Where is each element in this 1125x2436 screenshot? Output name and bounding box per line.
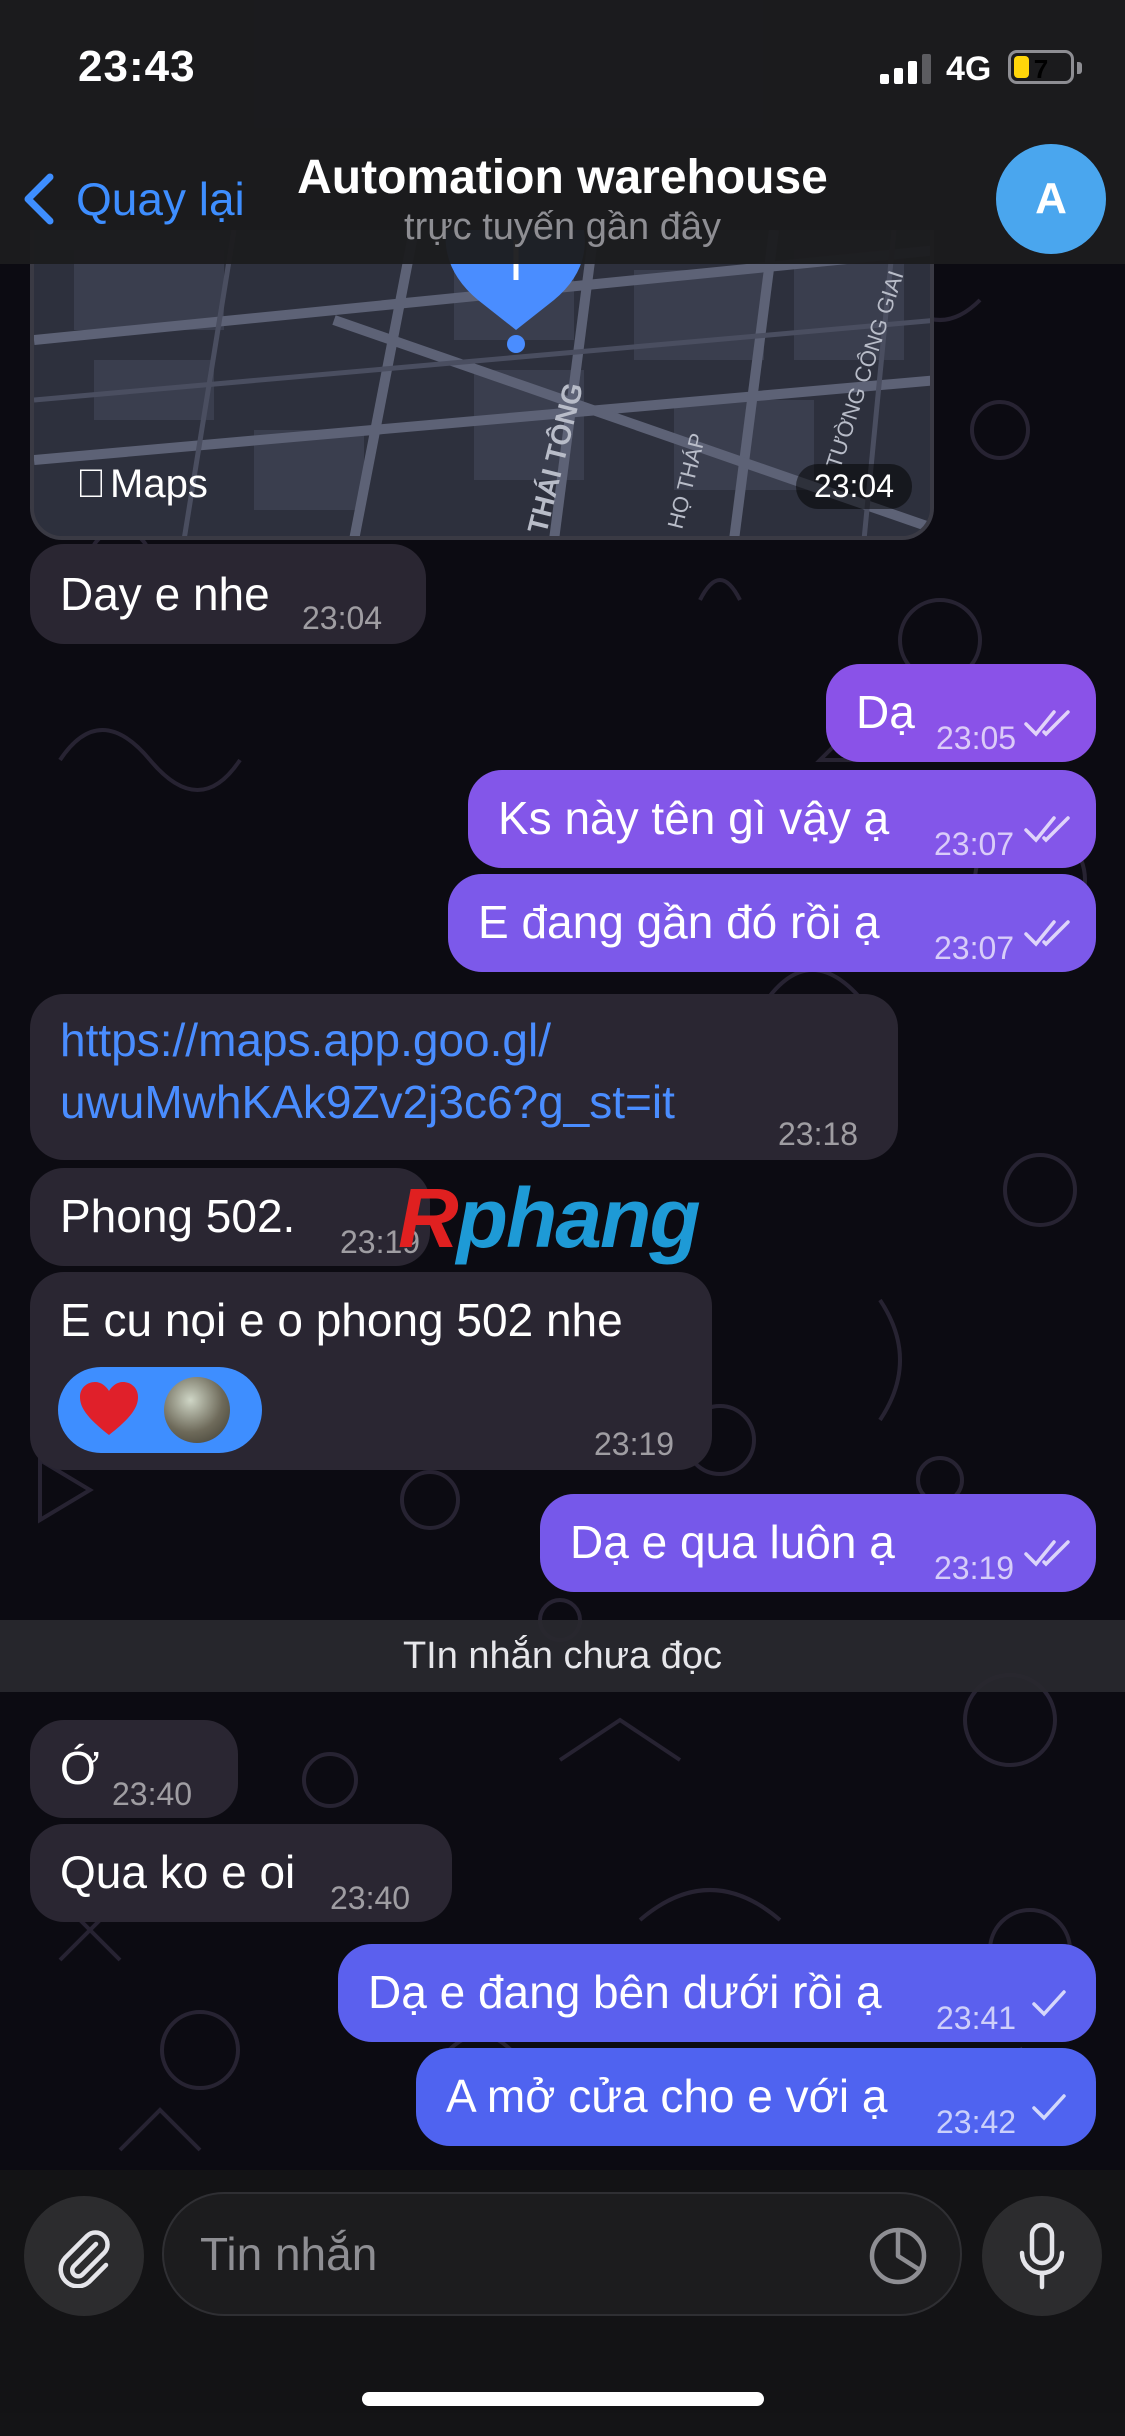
microphone-icon [1019, 2222, 1065, 2290]
location-map-message[interactable]: THÁI TÔNG HỌ THÁP TƯỜNG CÔNG GIAI  Maps… [30, 230, 934, 540]
message-time: 23:42 [936, 2104, 1017, 2140]
message-bubble-outgoing[interactable]: E đang gần đó rồi ạ 23:07 [448, 874, 1096, 972]
double-check-icon [1024, 816, 1070, 843]
watermark-rest: phang [456, 1171, 701, 1265]
watermark-first: R [398, 1171, 459, 1265]
home-indicator [362, 2392, 764, 2406]
signal-icon [880, 54, 934, 84]
message-bubble-incoming[interactable]: Qua ko e oi 23:40 [30, 1824, 452, 1922]
back-button[interactable]: Quay lại [20, 164, 245, 234]
double-check-icon [1024, 710, 1070, 737]
single-check-icon [1032, 1990, 1066, 2017]
message-time: 23:04 [795, 464, 912, 509]
message-bubble-outgoing[interactable]: Dạ 23:05 [826, 664, 1096, 762]
message-text: Dạ [856, 686, 915, 738]
message-time: 23:41 [936, 2000, 1017, 2036]
message-time: 23:19 [934, 1550, 1015, 1586]
battery-icon: 7 [1008, 50, 1082, 84]
single-check-icon [1032, 2094, 1066, 2121]
reactor-avatar [164, 1377, 230, 1443]
message-composer [0, 2170, 1125, 2436]
message-bubble-incoming[interactable]: https://maps.app.goo.gl/ uwuMwhKAk9Zv2j3… [30, 994, 898, 1160]
watermark-logo: Rphang [398, 1170, 701, 1267]
message-link[interactable]: https://maps.app.goo.gl/ [60, 1012, 551, 1068]
message-text: E cu nọi e o phong 502 nhe [60, 1294, 623, 1346]
message-link[interactable]: uwuMwhKAk9Zv2j3c6?g_st=it [60, 1074, 675, 1130]
message-time: 23:40 [112, 1776, 193, 1812]
message-text: Day e nhe [60, 568, 270, 620]
status-bar: 23:43 4G 7 [0, 0, 1125, 134]
sticker-icon[interactable] [866, 2224, 930, 2288]
maps-brand:  Maps [76, 462, 208, 507]
message-time: 23:05 [936, 720, 1017, 756]
attach-button[interactable] [24, 2196, 144, 2316]
message-time: 23:07 [934, 930, 1015, 966]
message-text: Qua ko e oi [60, 1846, 296, 1898]
message-bubble-outgoing[interactable]: Dạ e qua luôn ạ 23:19 [540, 1494, 1096, 1592]
message-bubble-outgoing[interactable]: A mở cửa cho e với ạ 23:42 [416, 2048, 1096, 2146]
apple-logo-icon:  [76, 462, 106, 507]
message-bubble-outgoing[interactable]: Ks này tên gì vậy ạ 23:07 [468, 770, 1096, 868]
message-input-field[interactable] [162, 2192, 962, 2316]
avatar[interactable]: A [996, 144, 1106, 254]
voice-record-button[interactable] [982, 2196, 1102, 2316]
message-time: 23:18 [778, 1116, 859, 1152]
heart-icon [80, 1382, 138, 1435]
message-time: 23:40 [330, 1880, 411, 1916]
double-check-icon [1024, 920, 1070, 947]
battery-level: 7 [1033, 54, 1049, 84]
chat-header: Automation warehouse trực tuyến gần đây … [0, 134, 1125, 264]
double-check-icon [1024, 1540, 1070, 1567]
message-time: 23:07 [934, 826, 1015, 862]
reaction-pill[interactable] [58, 1367, 262, 1453]
back-label: Quay lại [76, 173, 245, 225]
unread-messages-divider: TIn nhắn chưa đọc [0, 1620, 1125, 1692]
message-bubble-incoming[interactable]: Ớ 23:40 [30, 1720, 238, 1818]
message-text: Dạ e qua luôn ạ [570, 1516, 895, 1568]
message-input[interactable] [200, 2224, 800, 2284]
message-bubble-incoming[interactable]: Phong 502. 23:19 [30, 1168, 430, 1266]
message-text: Dạ e đang bên dưới rồi ạ [368, 1966, 882, 2018]
status-time: 23:43 [78, 42, 196, 91]
message-text: Ks này tên gì vậy ạ [498, 792, 890, 844]
message-text: E đang gần đó rồi ạ [478, 896, 880, 948]
message-time: 23:04 [302, 600, 383, 636]
network-type: 4G [946, 50, 992, 88]
message-bubble-incoming[interactable]: E cu nọi e o phong 502 nhe 23:19 [30, 1272, 712, 1470]
message-bubble-outgoing[interactable]: Dạ e đang bên dưới rồi ạ 23:41 [338, 1944, 1096, 2042]
message-text: Phong 502. [60, 1190, 296, 1242]
maps-brand-label: Maps [80, 462, 208, 506]
chevron-left-icon [24, 173, 54, 225]
message-text: A mở cửa cho e với ạ [446, 2070, 888, 2122]
message-bubble-incoming[interactable]: Day e nhe 23:04 [30, 544, 426, 644]
message-text: Ớ [60, 1742, 100, 1794]
paperclip-icon [58, 2230, 110, 2288]
message-time: 23:19 [594, 1426, 675, 1462]
